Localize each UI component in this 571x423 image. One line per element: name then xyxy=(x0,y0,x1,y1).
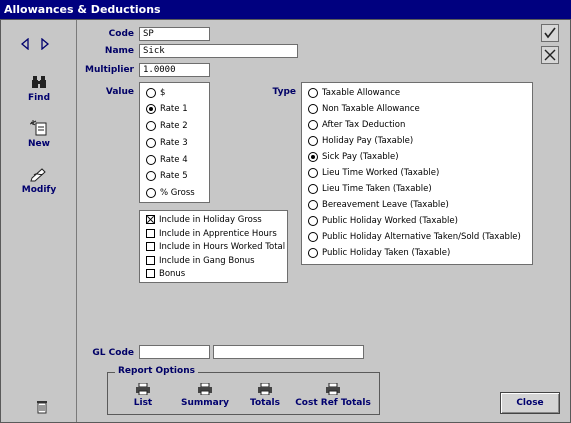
code-label: Code xyxy=(108,29,134,39)
type-option[interactable]: Sick Pay (Taxable) xyxy=(308,150,399,164)
type-option[interactable]: Holiday Pay (Taxable) xyxy=(308,134,413,148)
radio-icon xyxy=(308,103,318,114)
checkbox-icon xyxy=(146,269,155,278)
radio-icon xyxy=(146,120,156,131)
radio-icon xyxy=(308,87,318,98)
type-option[interactable]: Public Holiday Taken (Taxable) xyxy=(308,246,450,260)
checkbox-checked-icon xyxy=(146,215,155,224)
checkbox-icon xyxy=(146,229,155,238)
report-list-label: List xyxy=(133,398,153,408)
checkbox-item[interactable]: Include in Gang Bonus xyxy=(146,255,255,268)
radio-selected-icon xyxy=(146,103,156,114)
printer-icon xyxy=(326,383,340,395)
radio-icon xyxy=(146,187,156,198)
radio-icon xyxy=(308,199,318,210)
printer-icon xyxy=(198,383,212,395)
new-document-icon xyxy=(30,120,47,136)
close-icon xyxy=(544,49,556,61)
find-button[interactable]: Find xyxy=(1,74,77,103)
type-option[interactable]: Non Taxable Allowance xyxy=(308,102,420,116)
value-option[interactable]: Rate 5 xyxy=(146,169,188,183)
report-summary-button[interactable]: Summary xyxy=(180,383,230,408)
report-cost-ref-totals-label: Cost Ref Totals xyxy=(295,398,371,408)
value-option[interactable]: Rate 3 xyxy=(146,136,188,150)
radio-icon xyxy=(146,87,156,98)
radio-icon xyxy=(308,231,318,242)
radio-icon xyxy=(308,167,318,178)
checkbox-item[interactable]: Include in Hours Worked Total xyxy=(146,241,285,254)
checkbox-icon xyxy=(146,256,155,265)
trash-icon[interactable] xyxy=(36,400,48,414)
type-option[interactable]: Public Holiday Alternative Taken/Sold (T… xyxy=(308,230,521,244)
close-button[interactable]: Close xyxy=(500,392,560,414)
radio-icon xyxy=(146,154,156,165)
value-option[interactable]: Rate 4 xyxy=(146,153,188,167)
checkbox-item[interactable]: Bonus xyxy=(146,268,185,281)
type-label: Type xyxy=(272,87,296,97)
value-option[interactable]: % Gross xyxy=(146,186,195,200)
type-radio-group: Taxable Allowance Non Taxable Allowance … xyxy=(301,82,533,265)
printer-icon xyxy=(136,383,150,395)
value-option[interactable]: Rate 1 xyxy=(146,102,188,116)
sidebar: Find New Modify xyxy=(1,20,77,422)
pencil-edit-icon xyxy=(30,168,46,182)
type-option[interactable]: Taxable Allowance xyxy=(308,86,400,100)
name-label: Name xyxy=(104,46,134,56)
new-button[interactable]: New xyxy=(1,120,77,149)
gl-code-label: GL Code xyxy=(92,348,134,358)
name-field[interactable]: Sick xyxy=(139,44,298,58)
value-radio-group: $ Rate 1 Rate 2 Rate 3 Rate 4 Rate 5 % G… xyxy=(139,82,210,203)
options-checkbox-group: Include in Holiday Gross Include in Appr… xyxy=(139,210,288,283)
new-label: New xyxy=(28,139,50,149)
previous-record-arrow-icon[interactable] xyxy=(20,37,30,51)
type-option[interactable]: Public Holiday Worked (Taxable) xyxy=(308,214,458,228)
radio-icon xyxy=(308,215,318,226)
modify-label: Modify xyxy=(21,185,57,195)
close-label: Close xyxy=(516,398,544,408)
report-totals-label: Totals xyxy=(250,398,280,408)
multiplier-field[interactable]: 1.0000 xyxy=(139,63,210,77)
radio-icon xyxy=(308,247,318,258)
type-option[interactable]: After Tax Deduction xyxy=(308,118,405,132)
report-list-button[interactable]: List xyxy=(128,383,158,408)
checkbox-icon xyxy=(146,242,155,251)
value-option[interactable]: $ xyxy=(146,86,165,100)
radio-selected-icon xyxy=(308,151,318,162)
radio-icon xyxy=(146,137,156,148)
code-field[interactable]: SP xyxy=(139,27,210,41)
accept-button[interactable] xyxy=(541,24,559,42)
report-summary-label: Summary xyxy=(180,398,230,408)
checkmark-icon xyxy=(544,27,556,39)
multiplier-label: Multiplier xyxy=(85,65,134,75)
report-cost-ref-totals-button[interactable]: Cost Ref Totals xyxy=(292,383,374,408)
report-totals-button[interactable]: Totals xyxy=(245,383,285,408)
type-option[interactable]: Bereavement Leave (Taxable) xyxy=(308,198,449,212)
gl-code-field[interactable] xyxy=(139,345,210,359)
radio-icon xyxy=(308,135,318,146)
find-label: Find xyxy=(27,93,51,103)
radio-icon xyxy=(308,119,318,130)
value-label: Value xyxy=(105,87,134,97)
type-option[interactable]: Lieu Time Taken (Taxable) xyxy=(308,182,432,196)
checkbox-item[interactable]: Include in Holiday Gross xyxy=(146,214,262,227)
radio-icon xyxy=(146,170,156,181)
gl-description-field[interactable] xyxy=(213,345,364,359)
report-options-title: Report Options xyxy=(115,366,198,376)
type-option[interactable]: Lieu Time Worked (Taxable) xyxy=(308,166,439,180)
window-title: Allowances & Deductions xyxy=(0,0,571,19)
modify-button[interactable]: Modify xyxy=(1,166,77,195)
printer-icon xyxy=(258,383,272,395)
checkbox-item[interactable]: Include in Apprentice Hours xyxy=(146,228,277,241)
radio-icon xyxy=(308,183,318,194)
value-option[interactable]: Rate 2 xyxy=(146,119,188,133)
next-record-arrow-icon[interactable] xyxy=(40,37,50,51)
cancel-button[interactable] xyxy=(541,46,559,64)
binoculars-icon xyxy=(32,76,46,88)
